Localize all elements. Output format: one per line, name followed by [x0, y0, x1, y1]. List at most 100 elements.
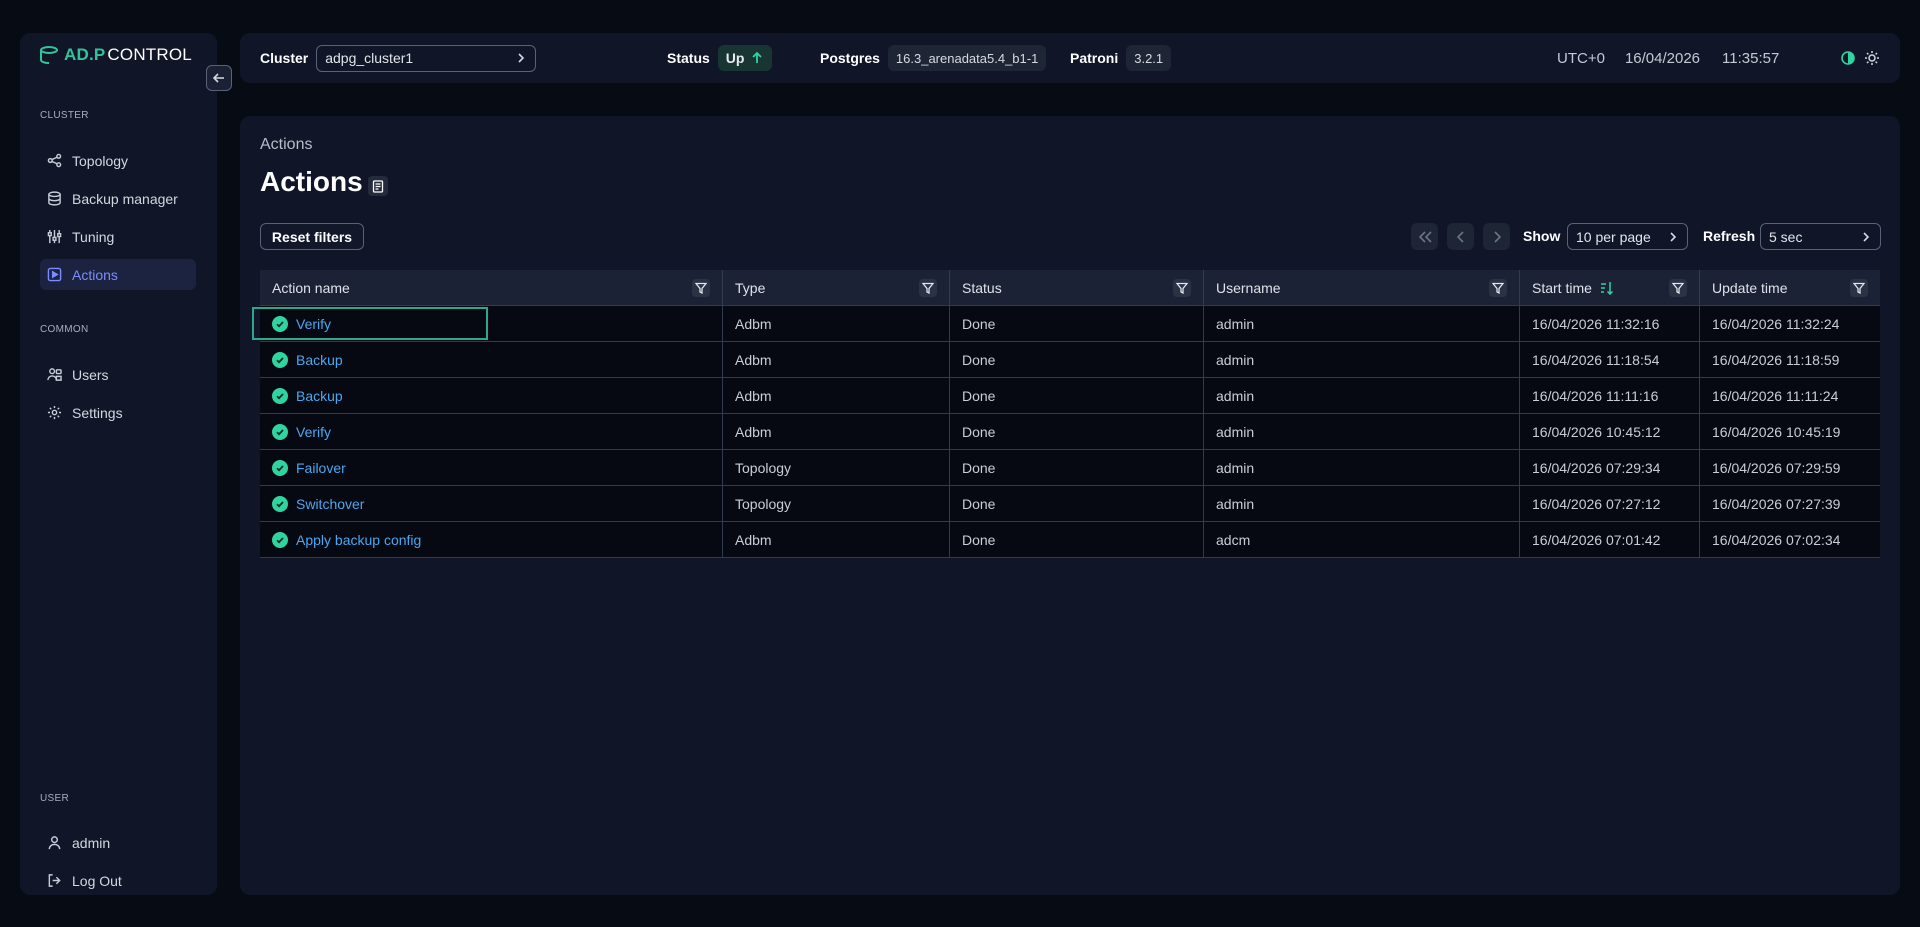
sidebar-item-label: Tuning — [72, 228, 115, 245]
filter-icon — [1853, 282, 1865, 294]
docs-button[interactable] — [368, 176, 388, 196]
document-icon — [372, 179, 384, 193]
contrast-icon[interactable] — [1840, 50, 1856, 66]
play-icon — [47, 267, 62, 282]
status-group: Status Up — [667, 33, 773, 83]
sidebar-item-tuning[interactable]: Tuning — [40, 221, 196, 252]
action-name-link[interactable]: Verify — [296, 316, 331, 332]
cluster-label: Cluster — [260, 50, 309, 66]
sidebar-item-label: Settings — [72, 404, 123, 421]
chevron-right-icon — [1863, 231, 1870, 242]
sidebar-item-admin[interactable]: admin — [40, 827, 196, 858]
cell-type: Topology — [723, 486, 950, 521]
action-name-link[interactable]: Verify — [296, 424, 331, 440]
table-row[interactable]: Verify Adbm Done admin 16/04/2026 10:45:12 16… — [260, 414, 1880, 450]
arrow-left-icon — [212, 73, 224, 83]
cell-action-name: Verify — [252, 306, 723, 341]
sidebar-item-topology[interactable]: Topology — [40, 145, 196, 176]
double-chevron-left-icon — [1418, 230, 1432, 243]
prev-page-button[interactable] — [1447, 223, 1474, 250]
reset-filters-button[interactable]: Reset filters — [260, 223, 364, 250]
action-name-link[interactable]: Backup — [296, 388, 343, 404]
postgres-version-badge: 16.3_arenadata5.4_b1-1 — [887, 45, 1047, 71]
first-page-button[interactable] — [1411, 223, 1438, 250]
cell-action-name: Switchover — [260, 486, 723, 521]
user-icon — [48, 836, 61, 850]
chevron-right-icon — [518, 53, 525, 63]
cluster-select[interactable]: adpg_cluster1 — [316, 44, 537, 72]
cell-update-time: 16/04/2026 11:32:24 — [1712, 315, 1840, 332]
cell-update-time: 16/04/2026 11:11:24 — [1712, 387, 1839, 404]
refresh-interval-select[interactable]: 5 sec — [1760, 223, 1881, 250]
sidebar-item-backup-manager[interactable]: Backup manager — [40, 183, 196, 214]
chevron-left-icon — [1456, 230, 1464, 243]
cell-type: Adbm — [723, 342, 950, 377]
cell-status: Done — [950, 378, 1204, 413]
filter-button[interactable] — [1173, 279, 1191, 297]
sidebar-item-users[interactable]: Users — [40, 359, 196, 390]
cell-update-time: 16/04/2026 07:29:59 — [1712, 459, 1841, 476]
breadcrumb: Actions — [260, 136, 313, 153]
logo-text-control: CONTROL — [107, 45, 192, 64]
cell-status: Done — [950, 414, 1204, 449]
table-row[interactable]: Backup Adbm Done admin 16/04/2026 11:18:54 16… — [260, 342, 1880, 378]
database-icon — [48, 191, 61, 206]
sidebar-item-label: Topology — [72, 152, 129, 169]
filter-button[interactable] — [692, 279, 710, 297]
cell-start-time: 16/04/2026 07:27:12 — [1520, 486, 1700, 521]
actions-table: Action name Type Status Username Start t… — [252, 270, 1880, 558]
cell-username: admin — [1204, 306, 1520, 341]
page-size-select[interactable]: 10 per page — [1567, 223, 1688, 250]
cell-type: Adbm — [723, 378, 950, 413]
sidebar-item-settings[interactable]: Settings — [40, 397, 196, 428]
column-header-type: Type — [723, 270, 950, 305]
filter-button[interactable] — [919, 279, 937, 297]
cluster-select-value: adpg_cluster1 — [325, 50, 414, 66]
section-label-cluster: CLUSTER — [40, 110, 89, 121]
filter-icon — [1492, 282, 1504, 294]
sidebar-item-actions[interactable]: Actions — [40, 259, 196, 290]
sidebar-item-label: admin — [72, 834, 111, 851]
column-header-start-time[interactable]: Start time — [1520, 270, 1700, 305]
page-size-value: 10 per page — [1576, 228, 1651, 245]
action-name-link[interactable]: Backup — [296, 352, 343, 368]
sidebar-item-label: Log Out — [72, 872, 122, 889]
column-header-label: Type — [735, 279, 766, 296]
sort-icon[interactable] — [1600, 281, 1614, 295]
cell-start-time: 16/04/2026 10:45:12 — [1520, 414, 1700, 449]
logo: AD.P CONTROL — [40, 45, 192, 65]
status-badge: Up — [717, 45, 773, 71]
action-name-link[interactable]: Switchover — [296, 496, 364, 512]
sidebar-item-label: Actions — [72, 266, 118, 283]
logo-text-adp: AD.P — [64, 45, 106, 64]
action-name-link[interactable]: Apply backup config — [296, 532, 421, 548]
table-row[interactable]: Backup Adbm Done admin 16/04/2026 11:11:16 16… — [260, 378, 1880, 414]
table-row[interactable]: Apply backup config Adbm Done adcm 16/04/202… — [260, 522, 1880, 558]
table-row[interactable]: Verify Adbm Done admin 16/04/2026 11:32:16 16… — [252, 306, 1880, 342]
table-row[interactable]: Switchover Topology Done admin 16/04/2026 07… — [260, 486, 1880, 522]
column-header-label: Start time — [1532, 279, 1592, 296]
filter-button[interactable] — [1850, 279, 1868, 297]
next-page-button[interactable] — [1483, 223, 1510, 250]
postgres-version-group: Postgres 16.3_arenadata5.4_b1-1 — [820, 33, 1047, 83]
sidebar-collapse-button[interactable] — [206, 65, 232, 91]
column-header-label: Username — [1216, 279, 1281, 296]
column-header-update-time: Update time — [1700, 270, 1880, 305]
cell-username: admin — [1204, 342, 1520, 377]
cell-status: Done — [950, 450, 1204, 485]
cell-type: Adbm — [723, 306, 950, 341]
sidebar: AD.P CONTROL CLUSTER Topology Backup man… — [20, 33, 217, 895]
page-title: Actions — [260, 166, 363, 197]
action-name-link[interactable]: Failover — [296, 460, 346, 476]
table-row[interactable]: Failover Topology Done admin 16/04/2026 07:2… — [260, 450, 1880, 486]
cell-status: Done — [950, 522, 1204, 557]
cell-action-name: Backup — [260, 378, 723, 413]
sidebar-item-logout[interactable]: Log Out — [40, 865, 196, 896]
sun-icon[interactable] — [1864, 50, 1880, 66]
column-header-label: Status — [962, 279, 1002, 296]
cell-start-time: 16/04/2026 07:29:34 — [1520, 450, 1700, 485]
time-text: 11:35:57 — [1722, 49, 1780, 67]
filter-button[interactable] — [1489, 279, 1507, 297]
column-header-action-name: Action name — [260, 270, 723, 305]
filter-button[interactable] — [1669, 279, 1687, 297]
